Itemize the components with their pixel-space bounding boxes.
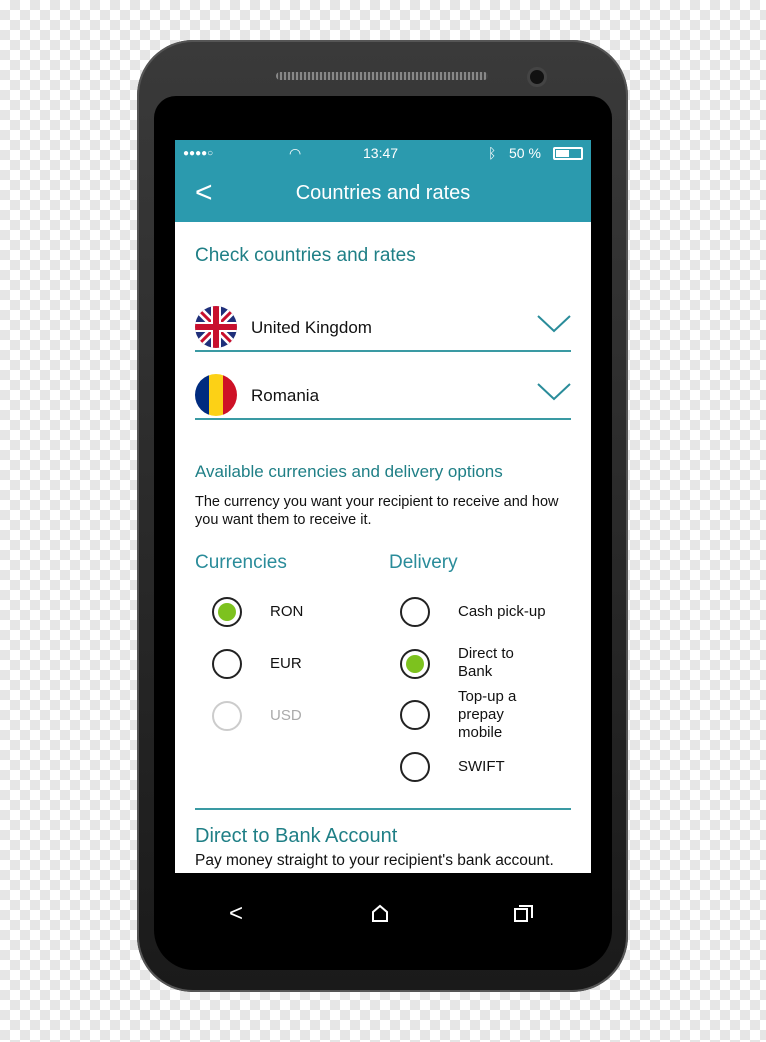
- status-time: 13:47: [363, 145, 399, 161]
- to-country-value: Romania: [251, 386, 320, 405]
- battery-icon: [553, 147, 583, 160]
- currency-label-usd: USD: [270, 707, 302, 724]
- delivery-label-direct-to-bank: Direct to Bank: [458, 645, 514, 680]
- uk-flag-icon: [195, 306, 237, 348]
- nav-back-icon[interactable]: <: [229, 900, 243, 928]
- delivery-label-cash-pickup: Cash pick-up: [458, 603, 546, 620]
- front-camera: [527, 67, 547, 87]
- wifi-icon: ◠: [289, 145, 302, 161]
- bluetooth-icon: ᛒ: [488, 145, 497, 161]
- delivery-radio-direct-to-bank[interactable]: [400, 649, 430, 679]
- delivery-label: Delivery: [389, 552, 458, 573]
- options-heading: Available currencies and delivery option…: [195, 462, 503, 481]
- delivery-radio-cash-pickup[interactable]: [400, 597, 430, 627]
- from-country-value: United Kingdom: [251, 318, 372, 337]
- to-country-select[interactable]: Romania: [195, 370, 571, 420]
- delivery-label-topup: Top-up a prepay mobile: [458, 688, 517, 741]
- currencies-label: Currencies: [195, 552, 287, 573]
- options-description: The currency you want your recipient to …: [195, 494, 559, 528]
- battery-percent: 50 %: [509, 145, 541, 161]
- delivery-radio-swift[interactable]: [400, 752, 430, 782]
- status-bar: ●●●●○ ◠ 13:47 ᛒ 50 %: [175, 140, 591, 166]
- from-country-select[interactable]: United Kingdom: [195, 302, 571, 352]
- screen: ●●●●○ ◠ 13:47 ᛒ 50 % < Countries and rat…: [175, 140, 591, 873]
- currency-radio-usd: [212, 701, 242, 731]
- signal-icon: ●●●●○: [183, 148, 214, 159]
- currency-radio-eur[interactable]: [212, 649, 242, 679]
- currency-radio-ron[interactable]: [212, 597, 242, 627]
- nav-recents-icon[interactable]: [514, 904, 534, 922]
- speaker-grille: [276, 72, 488, 80]
- delivery-radio-topup[interactable]: [400, 700, 430, 730]
- currency-label-ron: RON: [270, 603, 304, 620]
- romania-flag-icon: [195, 374, 237, 416]
- section-heading: Check countries and rates: [195, 245, 416, 266]
- chevron-down-icon[interactable]: [537, 382, 571, 402]
- app-bar: < Countries and rates: [175, 166, 591, 222]
- divider: [195, 808, 571, 810]
- nav-home-icon[interactable]: [371, 904, 389, 922]
- page-title: Countries and rates: [295, 182, 471, 204]
- detail-heading: Direct to Bank Account: [195, 825, 398, 847]
- chevron-down-icon[interactable]: [537, 314, 571, 334]
- currency-label-eur: EUR: [270, 655, 302, 672]
- detail-text: Pay money straight to your recipient's b…: [195, 852, 554, 869]
- delivery-label-swift: SWIFT: [458, 758, 505, 775]
